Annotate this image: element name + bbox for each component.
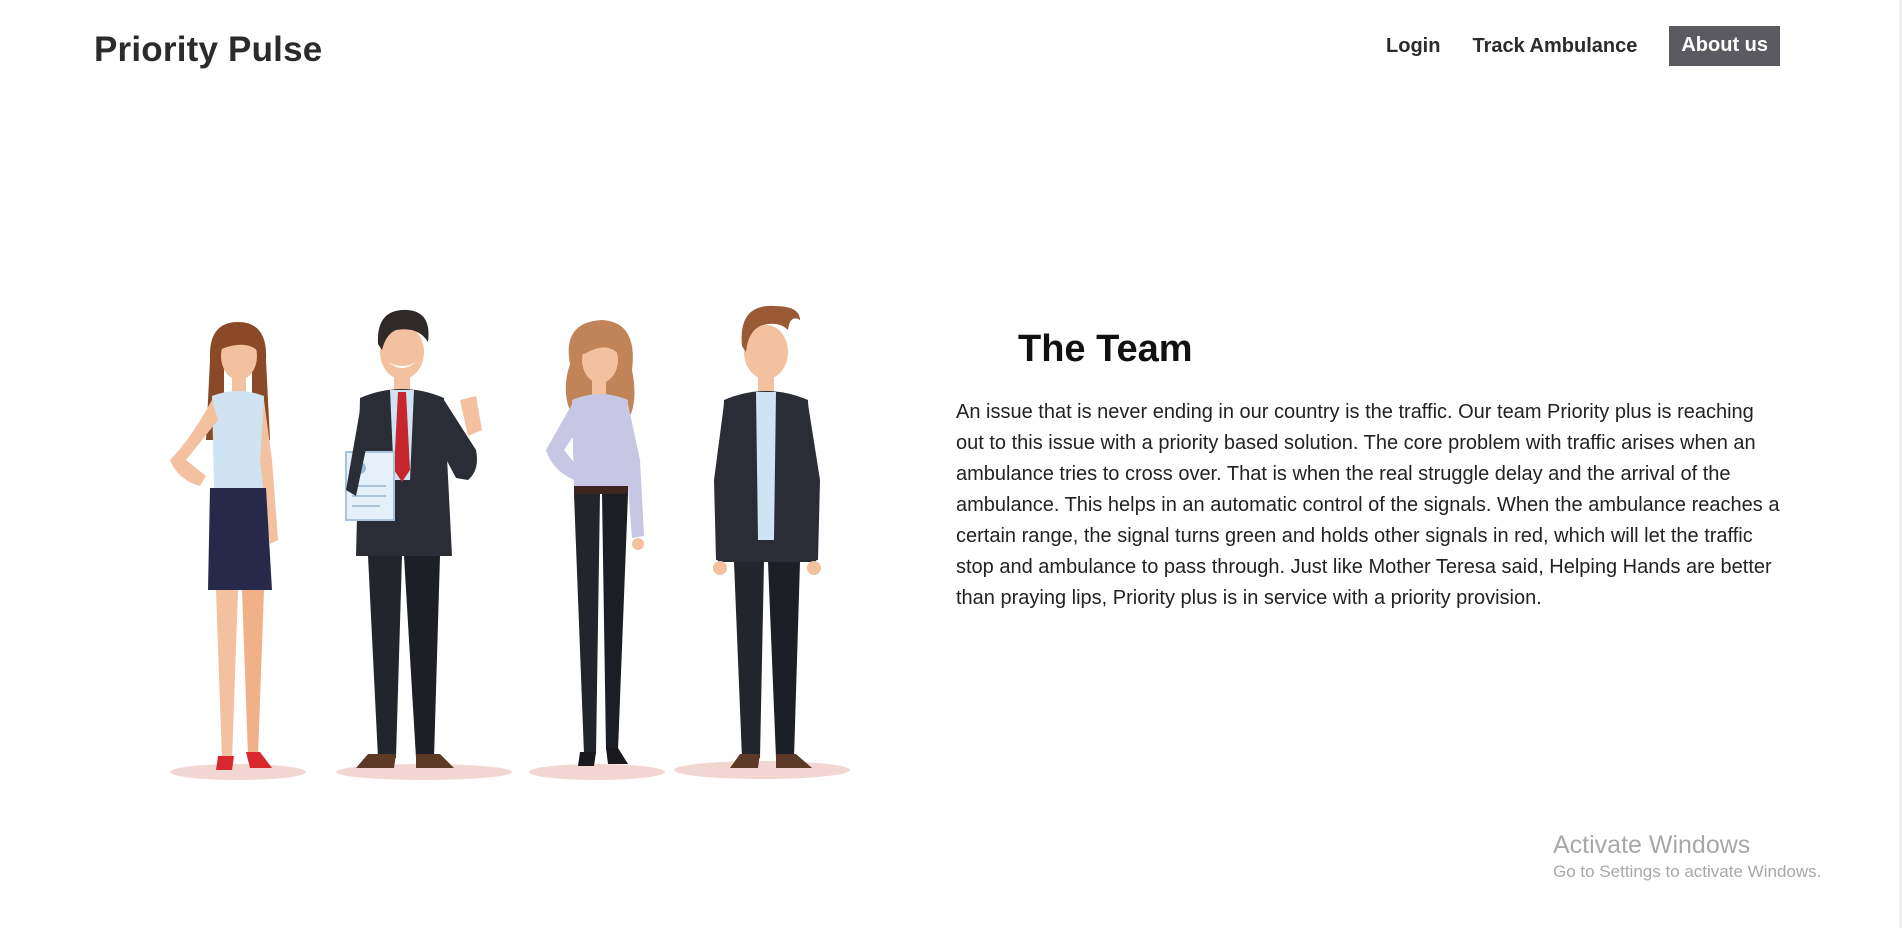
activate-windows-subtitle: Go to Settings to activate Windows. (1553, 862, 1822, 881)
about-page: Priority Pulse Login Track Ambulance Abo… (0, 0, 1902, 928)
brand-logo[interactable]: Priority Pulse (94, 30, 322, 70)
team-description: An issue that is never ending in our cou… (956, 401, 1780, 609)
nav-about-us-link[interactable]: About us (1669, 26, 1780, 66)
nav-login-link[interactable]: Login (1386, 35, 1440, 58)
top-nav: Login Track Ambulance About us (1386, 26, 1780, 66)
team-illustration (170, 305, 850, 780)
activate-windows-title: Activate Windows (1553, 831, 1751, 859)
person-woman-trousers (546, 320, 644, 766)
person-woman-skirt (170, 322, 278, 770)
person-man-suit (713, 305, 821, 768)
nav-track-ambulance-link[interactable]: Track Ambulance (1472, 35, 1637, 58)
team-heading: The Team (1018, 328, 1193, 370)
activate-windows-watermark: Activate Windows Go to Settings to activ… (1553, 830, 1821, 884)
person-man-tie (345, 309, 482, 768)
